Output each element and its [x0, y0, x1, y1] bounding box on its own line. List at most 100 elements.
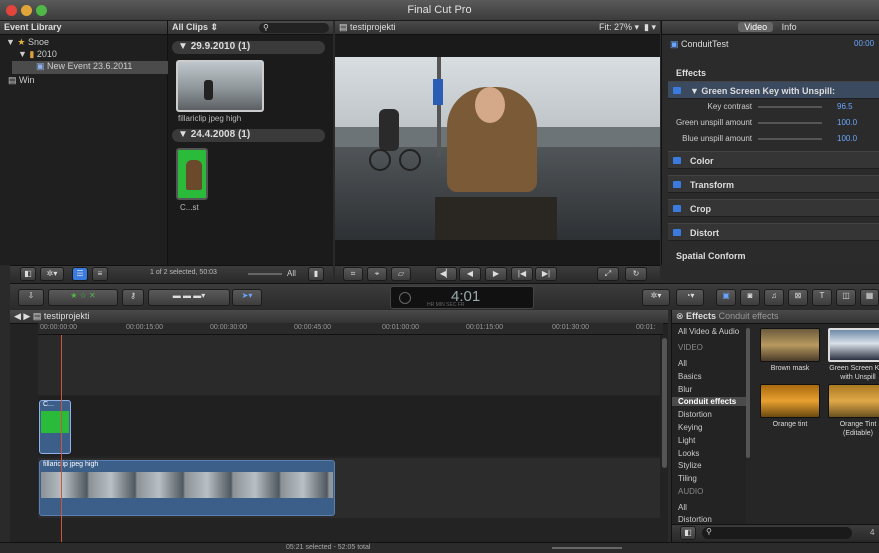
category-all-video-audio[interactable]: All Video & Audio	[678, 327, 739, 336]
category-scrollbar[interactable]	[746, 328, 750, 458]
effect-thumb-orange-tint[interactable]	[760, 384, 820, 418]
generators-button[interactable]: ◫	[836, 289, 856, 306]
category-looks[interactable]: Looks	[678, 449, 699, 458]
library-item-win[interactable]: ▤ Win	[8, 75, 35, 88]
themes-button[interactable]: ▦	[860, 289, 879, 306]
group-enable-checkbox[interactable]	[673, 205, 681, 212]
effect-enable-checkbox[interactable]	[673, 87, 681, 94]
inspector-group-distort[interactable]: Distort	[668, 223, 879, 241]
key-contrast-slider[interactable]	[758, 106, 822, 108]
timecode-units: HR MIN SEC FR	[427, 302, 465, 308]
all-label: All	[287, 269, 296, 278]
date-group-header[interactable]: ▼ 29.9.2010 (1)	[172, 41, 325, 54]
category-audio-all[interactable]: All	[678, 503, 687, 512]
enhancements-button[interactable]: ✲▾	[642, 289, 670, 306]
inspector-group-transform[interactable]: Transform	[668, 175, 879, 193]
list-view-button[interactable]: ≡	[92, 267, 108, 281]
filmstrip-view-button[interactable]: ☰	[72, 267, 88, 281]
group-enable-checkbox[interactable]	[673, 157, 681, 164]
category-blur[interactable]: Blur	[678, 385, 692, 394]
category-distortion[interactable]: Distortion	[678, 410, 712, 419]
timeline-ruler[interactable]: 00:00:00:00 00:00:15:00 00:00:30:00 00:0…	[38, 323, 663, 335]
folder-icon: ▮	[29, 49, 35, 59]
zoom-popup[interactable]: Fit: 27% ▾ ▮ ▾	[599, 22, 656, 33]
inspector-group-crop[interactable]: Crop	[668, 199, 879, 217]
keyword-button[interactable]: ⚷	[122, 289, 144, 306]
category-light[interactable]: Light	[678, 436, 695, 445]
star-icon: ★	[17, 37, 26, 47]
rating-buttons[interactable]: ★ ☆ ✕	[48, 289, 118, 306]
effect-green-screen-row[interactable]: ▼ Green Screen Key with Unspill:	[668, 81, 879, 99]
music-browser-button[interactable]: ♫	[764, 289, 784, 306]
main-toolbar: ⇩ ★ ☆ ✕ ⚷ ▬ ▬ ▬▾ ➤▾ 4:01 HR MIN SEC FR ✲…	[10, 283, 879, 310]
viewer-video-frame[interactable]	[335, 57, 660, 240]
transform-button[interactable]: ⌗	[343, 267, 363, 281]
connected-track-area	[38, 335, 660, 395]
fullscreen-button[interactable]: ⤢	[597, 267, 619, 281]
step-back-button[interactable]: |◀	[511, 267, 533, 281]
select-tool-button[interactable]: ➤▾	[232, 289, 262, 306]
timecode-display[interactable]: 4:01 HR MIN SEC FR	[390, 286, 534, 309]
clip-thumbnail-conduittest[interactable]	[176, 148, 208, 200]
tab-video[interactable]: Video	[738, 22, 774, 32]
crop-button[interactable]: ⌖	[367, 267, 387, 281]
waveform-button[interactable]: ▮	[308, 267, 324, 281]
timeline[interactable]: ◀ ▶ ▤ testiprojekti C... fillariclip jpe…	[10, 310, 668, 542]
clip-thumbnail-fillariclip[interactable]	[176, 60, 264, 112]
edit-buttons[interactable]: ▬ ▬ ▬▾	[148, 289, 230, 306]
library-toggle-button[interactable]: ◧	[20, 267, 36, 281]
clip-name: fillariclip jpeg high	[178, 114, 242, 123]
timeline-zoom-slider[interactable]	[552, 547, 622, 549]
effect-thumb-orange-tint-editable[interactable]	[828, 384, 879, 418]
clip-height-slider[interactable]	[248, 273, 282, 275]
rewind-button[interactable]: ◀	[459, 267, 481, 281]
titles-button[interactable]: T	[812, 289, 832, 306]
category-conduit-effects[interactable]: Conduit effects	[672, 397, 746, 406]
blue-unspill-slider[interactable]	[758, 138, 822, 140]
inspector-button[interactable]: ▣	[716, 289, 736, 306]
effects-title: Effects	[686, 311, 717, 321]
group-enable-checkbox[interactable]	[673, 181, 681, 188]
loop-button[interactable]: ↻	[625, 267, 647, 281]
search-field[interactable]: ⚲	[259, 23, 329, 33]
effects-search-field[interactable]: ⚲	[702, 527, 852, 539]
timeline-clip-fillariclip[interactable]: fillariclip jpeg high	[39, 460, 335, 516]
action-menu-button[interactable]: ✲▾	[40, 267, 64, 281]
transitions-button[interactable]: ⊠	[788, 289, 808, 306]
category-tiling[interactable]: Tiling	[678, 474, 697, 483]
timeline-header: ◀ ▶ ▤ testiprojekti	[10, 310, 668, 324]
bike-wheel	[369, 149, 391, 171]
category-toggle-button[interactable]: ◧	[680, 526, 696, 540]
category-keying[interactable]: Keying	[678, 423, 702, 432]
timeline-scrollbar[interactable]	[662, 338, 667, 468]
param-value[interactable]: 100.0	[837, 118, 857, 127]
category-all[interactable]: All	[678, 359, 687, 368]
previous-edit-button[interactable]: ◀▏	[435, 267, 457, 281]
param-value[interactable]: 100.0	[837, 134, 857, 143]
step-forward-button[interactable]: ▶|	[535, 267, 557, 281]
distort-button[interactable]: ▱	[391, 267, 411, 281]
param-value[interactable]: 96.5	[837, 102, 853, 111]
group-enable-checkbox[interactable]	[673, 229, 681, 236]
play-button[interactable]: ▶	[485, 267, 507, 281]
retime-button[interactable]: ◔▾	[676, 289, 704, 306]
library-item-new-event[interactable]: ▣ New Event 23.6.2011	[12, 61, 168, 74]
connected-clip-conduittest[interactable]: C...	[39, 400, 71, 454]
inspector-group-color[interactable]: Color	[668, 151, 879, 169]
effect-thumb-green-screen-key[interactable]	[828, 328, 879, 362]
category-audio-distortion[interactable]: Distortion	[678, 515, 712, 524]
effects-section-title: Effects	[676, 68, 707, 78]
green-unspill-slider[interactable]	[758, 122, 822, 124]
effects-count: 4	[870, 528, 875, 537]
date-group-header[interactable]: ▼ 24.4.2008 (1)	[172, 129, 325, 142]
category-stylize[interactable]: Stylize	[678, 461, 702, 470]
keyed-table	[435, 197, 557, 240]
tab-info[interactable]: Info	[776, 22, 803, 32]
playhead[interactable]	[61, 324, 62, 542]
window-title: Final Cut Pro	[407, 4, 472, 16]
clip-filter-popup[interactable]: All Clips ⇕	[172, 22, 218, 33]
effect-thumb-brown-mask[interactable]	[760, 328, 820, 362]
category-basics[interactable]: Basics	[678, 372, 702, 381]
import-media-button[interactable]: ⇩	[18, 289, 44, 306]
photo-browser-button[interactable]: ◙	[740, 289, 760, 306]
